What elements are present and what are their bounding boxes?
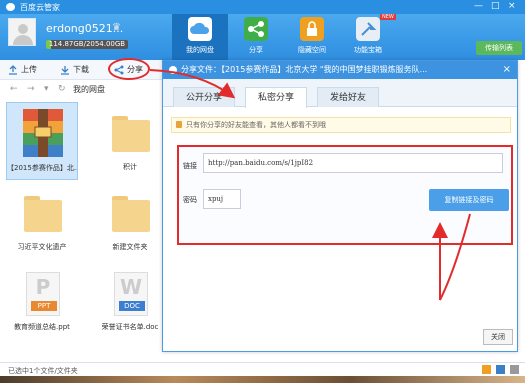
ppt-file-icon: P PPT: [26, 272, 60, 316]
breadcrumb[interactable]: 我的网盘: [73, 84, 105, 95]
vip-crown-icon[interactable]: ♛: [112, 22, 124, 33]
file-name: 教育频道总结.ppt: [14, 323, 70, 331]
folder-item[interactable]: 习近平文化遗产: [6, 182, 78, 260]
download-label: 下载: [73, 65, 89, 74]
minimize-button[interactable]: —: [474, 1, 483, 11]
share-highlight-ring: [108, 58, 150, 80]
ppt-letter: P: [35, 275, 51, 299]
dialog-tabs: 公开分享 私密分享 发给好友: [163, 79, 517, 108]
maximize-button[interactable]: □: [491, 1, 500, 11]
folder-item[interactable]: 积计: [94, 102, 166, 180]
link-label: 链接: [183, 162, 197, 170]
baidu-cloud-icon: [6, 3, 15, 11]
folder-item[interactable]: 新建文件夹: [94, 182, 166, 260]
quota-text: 114.87GB/2054.00GB: [48, 40, 126, 48]
download-button[interactable]: 下载: [60, 64, 89, 76]
file-name: 积计: [123, 163, 137, 171]
cloud-icon: [188, 17, 212, 41]
file-item[interactable]: W DOC 荣誉证书名单.doc: [94, 262, 166, 340]
folder-icon: [112, 116, 150, 154]
link-field[interactable]: http://pan.baidu.com/s/1jpI82: [203, 153, 503, 173]
forward-arrow-icon[interactable]: →: [27, 84, 35, 94]
title-bar: 百度云管家 — □ ×: [0, 0, 525, 14]
download-icon: [60, 65, 70, 75]
password-label: 密码: [183, 196, 197, 204]
upload-label: 上传: [21, 65, 37, 74]
background-photo-strip: [0, 376, 525, 383]
tab-label: 隐藏空间: [298, 46, 326, 54]
tab-label: 功能宝箱: [354, 46, 382, 54]
doc-letter: W: [119, 275, 143, 299]
share-dialog-icon: [169, 66, 177, 74]
lock-icon: [176, 121, 182, 128]
upload-status-icon[interactable]: [482, 365, 491, 374]
share-dialog: 分享文件：【2015参赛作品】北京大学 "我的中国梦挂职锻炼服务队... × 公…: [162, 60, 518, 352]
avatar-body: [13, 35, 33, 45]
copy-link-button[interactable]: 复制链接及密码: [429, 189, 509, 211]
tab-public-share[interactable]: 公开分享: [173, 87, 235, 107]
back-arrow-icon[interactable]: ←: [10, 84, 18, 94]
file-name: 习近平文化遗产: [17, 243, 67, 251]
notice-text: 只有你分享的好友能查看，其他人都看不到哦: [186, 121, 326, 129]
refresh-icon[interactable]: ↻: [58, 84, 66, 94]
doc-badge: DOC: [119, 301, 145, 311]
private-notice: 只有你分享的好友能查看，其他人都看不到哦: [171, 117, 511, 133]
upload-icon: [8, 64, 18, 75]
share-icon: [244, 17, 268, 41]
file-item[interactable]: 【2015参赛作品】北...: [6, 102, 78, 180]
avatar[interactable]: [8, 18, 36, 46]
dialog-close-button[interactable]: 关闭: [483, 329, 513, 345]
doc-file-icon: W DOC: [114, 272, 148, 316]
status-bar: 已选中1个文件/文件夹: [0, 362, 525, 376]
transfer-list-button[interactable]: 传输列表: [476, 41, 522, 55]
archive-icon: [23, 109, 63, 157]
close-window-button[interactable]: ×: [508, 1, 516, 11]
dropdown-icon[interactable]: ▾: [44, 84, 49, 94]
folder-icon: [112, 196, 150, 234]
dialog-title-bar: 分享文件：【2015参赛作品】北京大学 "我的中国梦挂职锻炼服务队... ×: [163, 61, 517, 79]
tab-toolbox[interactable]: NEW 功能宝箱: [340, 14, 396, 60]
tab-label: 我的网盘: [186, 46, 214, 54]
folder-icon: [24, 196, 62, 234]
tab-label: 分享: [249, 46, 263, 54]
header: erdong0521... ♛ 114.87GB/2054.00GB 我的网盘 …: [0, 14, 525, 60]
tab-send-to-friend[interactable]: 发给好友: [317, 87, 379, 107]
address-bar: ← → ▾ ↻ 我的网盘: [0, 82, 170, 98]
lock-icon: [300, 17, 324, 41]
new-badge: NEW: [380, 14, 396, 20]
tab-share[interactable]: 分享: [228, 14, 284, 60]
upload-button[interactable]: 上传: [8, 64, 37, 76]
tab-private-share[interactable]: 私密分享: [245, 87, 307, 108]
tab-my-disk[interactable]: 我的网盘: [172, 14, 228, 60]
toolbox-icon: [356, 17, 380, 41]
quota-bar: 114.87GB/2054.00GB: [46, 40, 128, 49]
dialog-close-icon[interactable]: ×: [503, 61, 511, 79]
download-status-icon[interactable]: [496, 365, 505, 374]
status-text: 已选中1个文件/文件夹: [8, 367, 78, 375]
ppt-badge: PPT: [31, 301, 57, 311]
file-name: 【2015参赛作品】北...: [7, 164, 77, 172]
settings-status-icon[interactable]: [510, 365, 519, 374]
file-item[interactable]: P PPT 教育频道总结.ppt: [6, 262, 78, 340]
tab-hidden-space[interactable]: 隐藏空间: [284, 14, 340, 60]
app-title: 百度云管家: [20, 3, 60, 12]
password-field[interactable]: xpuj: [203, 189, 241, 209]
dialog-title: 分享文件：【2015参赛作品】北京大学 "我的中国梦挂职锻炼服务队...: [181, 65, 428, 74]
file-name: 荣誉证书名单.doc: [101, 323, 159, 331]
file-name: 新建文件夹: [112, 243, 148, 251]
avatar-head: [18, 24, 28, 34]
